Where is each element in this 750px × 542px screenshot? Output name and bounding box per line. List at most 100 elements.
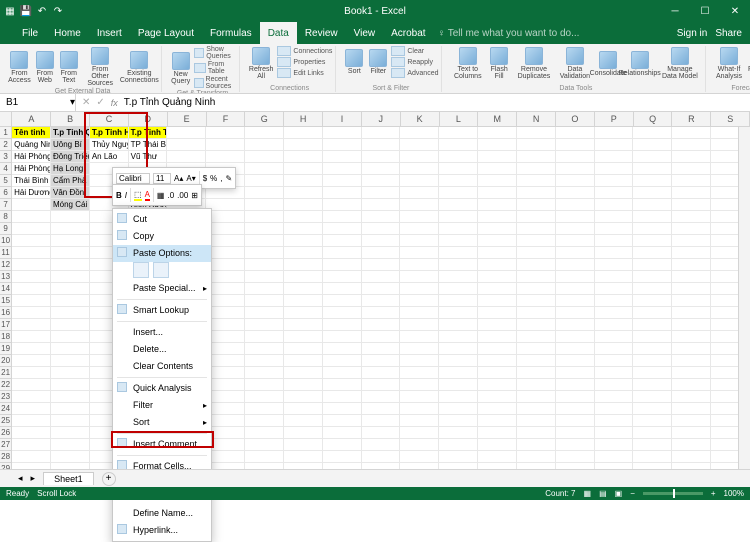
cell[interactable] bbox=[362, 175, 401, 187]
cell[interactable] bbox=[12, 235, 51, 247]
cell[interactable] bbox=[12, 211, 51, 223]
cell[interactable] bbox=[633, 283, 672, 295]
view-pagebreak-icon[interactable]: ▣ bbox=[615, 489, 623, 498]
cell[interactable] bbox=[517, 247, 556, 259]
cell[interactable] bbox=[595, 415, 634, 427]
cell[interactable] bbox=[478, 439, 517, 451]
cell[interactable] bbox=[284, 379, 323, 391]
column-header[interactable]: F bbox=[207, 112, 246, 126]
cell[interactable] bbox=[206, 259, 245, 271]
column-header[interactable]: K bbox=[401, 112, 440, 126]
cell[interactable] bbox=[672, 379, 711, 391]
cell[interactable] bbox=[245, 247, 284, 259]
cell[interactable] bbox=[167, 151, 206, 163]
cell[interactable] bbox=[245, 391, 284, 403]
tab-acrobat[interactable]: Acrobat bbox=[383, 22, 433, 44]
percent-icon[interactable]: % bbox=[210, 174, 217, 183]
cell[interactable] bbox=[633, 247, 672, 259]
cell[interactable] bbox=[400, 343, 439, 355]
cell[interactable] bbox=[400, 403, 439, 415]
cell[interactable] bbox=[323, 259, 362, 271]
tab-home[interactable]: Home bbox=[46, 22, 89, 44]
cell[interactable] bbox=[556, 415, 595, 427]
row-header[interactable]: 4 bbox=[0, 163, 12, 175]
cell[interactable] bbox=[517, 439, 556, 451]
cell[interactable] bbox=[478, 187, 517, 199]
cell[interactable] bbox=[633, 415, 672, 427]
cell[interactable] bbox=[245, 139, 284, 151]
save-icon[interactable]: 💾 bbox=[19, 4, 33, 18]
cell[interactable] bbox=[595, 175, 634, 187]
cell[interactable] bbox=[362, 451, 401, 463]
filter-button[interactable]: Filter bbox=[367, 46, 389, 78]
cell[interactable] bbox=[362, 283, 401, 295]
comma-icon[interactable]: , bbox=[220, 174, 222, 183]
cell[interactable] bbox=[439, 343, 478, 355]
cell[interactable] bbox=[672, 391, 711, 403]
from-web-button[interactable]: From Web bbox=[34, 46, 56, 88]
cell[interactable] bbox=[439, 367, 478, 379]
currency-icon[interactable]: $ bbox=[203, 174, 207, 183]
cell[interactable] bbox=[672, 175, 711, 187]
column-header[interactable]: M bbox=[478, 112, 517, 126]
cell[interactable] bbox=[556, 295, 595, 307]
cell[interactable] bbox=[245, 415, 284, 427]
row-header[interactable]: 6 bbox=[0, 187, 12, 199]
cell[interactable] bbox=[672, 343, 711, 355]
cell[interactable] bbox=[323, 367, 362, 379]
cell[interactable] bbox=[362, 163, 401, 175]
font-name-input[interactable] bbox=[116, 173, 150, 184]
cell[interactable]: Quảng Ninh bbox=[12, 139, 51, 151]
cell[interactable] bbox=[362, 439, 401, 451]
cell[interactable] bbox=[362, 187, 401, 199]
cell[interactable] bbox=[439, 175, 478, 187]
cell[interactable] bbox=[323, 271, 362, 283]
cell[interactable] bbox=[400, 271, 439, 283]
cell[interactable] bbox=[51, 403, 90, 415]
cell[interactable] bbox=[51, 259, 90, 271]
cell[interactable] bbox=[439, 451, 478, 463]
cell[interactable] bbox=[633, 295, 672, 307]
cell[interactable] bbox=[478, 235, 517, 247]
cell[interactable] bbox=[556, 319, 595, 331]
cell[interactable] bbox=[517, 175, 556, 187]
tab-page-layout[interactable]: Page Layout bbox=[130, 22, 202, 44]
cell[interactable] bbox=[245, 223, 284, 235]
cell[interactable] bbox=[400, 235, 439, 247]
decrease-decimal-icon[interactable]: .0 bbox=[167, 191, 174, 200]
cell[interactable] bbox=[12, 283, 51, 295]
cell[interactable] bbox=[595, 343, 634, 355]
cell[interactable] bbox=[12, 427, 51, 439]
cell[interactable] bbox=[633, 139, 672, 151]
cell[interactable] bbox=[595, 367, 634, 379]
cell[interactable] bbox=[362, 415, 401, 427]
ctx-copy[interactable]: Copy bbox=[113, 228, 211, 245]
column-header[interactable]: P bbox=[595, 112, 634, 126]
cell[interactable] bbox=[284, 127, 323, 139]
cell[interactable] bbox=[400, 295, 439, 307]
cell[interactable] bbox=[323, 415, 362, 427]
italic-button[interactable]: I bbox=[125, 191, 127, 200]
cell[interactable] bbox=[556, 139, 595, 151]
cell[interactable] bbox=[672, 295, 711, 307]
cell[interactable] bbox=[556, 307, 595, 319]
cell[interactable] bbox=[400, 259, 439, 271]
cell[interactable] bbox=[595, 223, 634, 235]
cell[interactable] bbox=[672, 163, 711, 175]
cell[interactable] bbox=[595, 319, 634, 331]
cell[interactable] bbox=[245, 235, 284, 247]
zoom-level[interactable]: 100% bbox=[724, 489, 744, 498]
cell[interactable] bbox=[672, 439, 711, 451]
cell[interactable] bbox=[400, 355, 439, 367]
cell[interactable] bbox=[478, 259, 517, 271]
cell[interactable] bbox=[12, 223, 51, 235]
cell[interactable] bbox=[51, 379, 90, 391]
cell[interactable] bbox=[362, 271, 401, 283]
row-header[interactable]: 20 bbox=[0, 355, 12, 367]
cell[interactable]: T.p Tỉnh Thái Bình bbox=[129, 127, 168, 139]
add-sheet-button[interactable]: + bbox=[102, 472, 116, 486]
cell[interactable] bbox=[478, 307, 517, 319]
cell[interactable] bbox=[517, 319, 556, 331]
from-text-button[interactable]: From Text bbox=[58, 46, 80, 88]
cell[interactable] bbox=[400, 451, 439, 463]
